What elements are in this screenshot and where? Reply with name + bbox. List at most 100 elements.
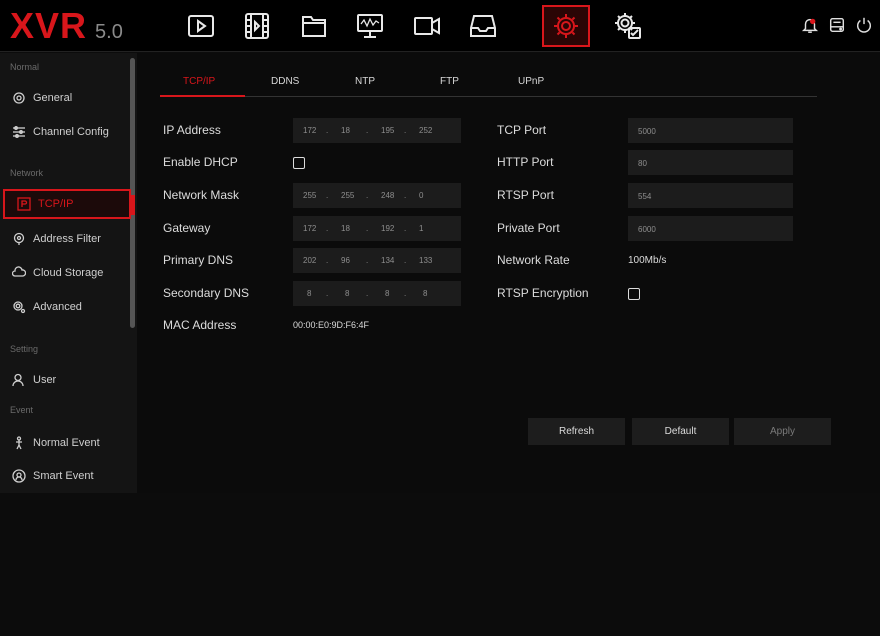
network-rate-label: Network Rate	[497, 253, 570, 267]
app-logo: XVR 5.0	[10, 6, 123, 46]
ip-octet[interactable]: 252	[419, 126, 432, 135]
tab-divider	[160, 96, 817, 97]
dns-octet[interactable]: 133	[419, 256, 432, 265]
rtsp-port-field[interactable]: 554	[628, 183, 793, 208]
tab-upnp[interactable]: UPnP	[518, 76, 544, 87]
network-mask-field[interactable]: 255 . 255 . 248 . 0	[293, 183, 461, 208]
top-menu-bar: XVR 5.0	[0, 0, 880, 52]
gateway-label: Gateway	[163, 221, 211, 235]
ip-dot: .	[326, 224, 329, 233]
tab-tcpip[interactable]: TCP/IP	[183, 76, 215, 87]
ip-octet[interactable]: 195	[381, 126, 394, 135]
alarm-bell-icon[interactable]	[799, 14, 821, 36]
refresh-button[interactable]: Refresh	[528, 418, 625, 445]
sidebar-item-label: Normal Event	[33, 437, 100, 449]
tab-ftp[interactable]: FTP	[440, 76, 459, 87]
sidebar-item-user[interactable]: User	[0, 365, 130, 395]
sidebar-item-normal-event[interactable]: Normal Event	[0, 428, 130, 458]
enable-dhcp-label: Enable DHCP	[163, 155, 238, 169]
network-mask-label: Network Mask	[163, 188, 240, 202]
dns-octet[interactable]: 8	[423, 289, 427, 298]
ip-dot: .	[366, 224, 369, 233]
secondary-dns-label: Secondary DNS	[163, 286, 250, 300]
primary-dns-field[interactable]: 202 . 96 . 134 . 133	[293, 248, 461, 273]
sidebar-item-label: Smart Event	[33, 470, 94, 482]
dns-octet[interactable]: 8	[345, 289, 349, 298]
ip-dot: .	[404, 126, 407, 135]
gateway-octet[interactable]: 172	[303, 224, 316, 233]
sidebar-item-label: Advanced	[33, 301, 82, 313]
power-icon[interactable]	[853, 14, 875, 36]
playback-icon[interactable]	[183, 9, 219, 43]
ip-dot: .	[404, 191, 407, 200]
sidebar-item-label: Cloud Storage	[33, 267, 104, 279]
tcp-port-field[interactable]: 5000	[628, 118, 793, 143]
sidebar-item-label: Channel Config	[33, 126, 109, 138]
dns-octet[interactable]: 134	[381, 256, 394, 265]
sidebar-item-advanced[interactable]: Advanced	[0, 292, 130, 322]
network-rate-value: 100Mb/s	[628, 255, 667, 266]
tcp-port-label: TCP Port	[497, 123, 547, 137]
ip-dot: .	[366, 126, 369, 135]
settings-gear-icon[interactable]	[542, 5, 590, 47]
ip-dot: .	[326, 191, 329, 200]
file-folder-icon[interactable]	[296, 9, 332, 43]
rtsp-port-label: RTSP Port	[497, 188, 554, 202]
enable-dhcp-checkbox[interactable]	[293, 157, 305, 169]
mask-octet[interactable]: 0	[419, 191, 423, 200]
sidebar-item-cloud-storage[interactable]: Cloud Storage	[0, 258, 130, 288]
hdd-icon[interactable]	[826, 14, 848, 36]
sidebar-item-label: TCP/IP	[38, 198, 74, 210]
secondary-dns-field[interactable]: 8 . 8 . 8 . 8	[293, 281, 461, 306]
ip-dot: .	[404, 289, 407, 298]
dns-octet[interactable]: 8	[307, 289, 311, 298]
sidebar-item-channel-config[interactable]: Channel Config	[0, 117, 130, 147]
section-setting: Setting	[10, 344, 39, 354]
sidebar-item-general[interactable]: General	[0, 83, 130, 113]
primary-dns-label: Primary DNS	[163, 253, 234, 267]
video-clip-icon[interactable]	[239, 9, 275, 43]
rtsp-encryption-label: RTSP Encryption	[497, 286, 589, 300]
sidebar-item-address-filter[interactable]: Address Filter	[0, 224, 130, 254]
mask-octet[interactable]: 255	[303, 191, 316, 200]
gateway-octet[interactable]: 18	[341, 224, 350, 233]
http-port-label: HTTP Port	[497, 155, 554, 169]
private-port-label: Private Port	[497, 221, 560, 235]
tab-ntp[interactable]: NTP	[355, 76, 375, 87]
ip-dot: .	[326, 126, 329, 135]
sidebar-item-smart-event[interactable]: Smart Event	[0, 461, 130, 491]
gateway-field[interactable]: 172 . 18 . 192 . 1	[293, 216, 461, 241]
gateway-octet[interactable]: 1	[419, 224, 423, 233]
tab-ddns[interactable]: DDNS	[271, 76, 299, 87]
system-settings-icon[interactable]	[610, 9, 646, 43]
mask-octet[interactable]: 255	[341, 191, 354, 200]
monitor-icon[interactable]	[352, 9, 388, 43]
http-port-field[interactable]: 80	[628, 150, 793, 175]
dns-octet[interactable]: 96	[341, 256, 350, 265]
storage-icon[interactable]	[465, 9, 501, 43]
dns-octet[interactable]: 202	[303, 256, 316, 265]
ip-octet[interactable]: 172	[303, 126, 316, 135]
rtsp-encryption-checkbox[interactable]	[628, 288, 640, 300]
sidebar-item-label: General	[33, 92, 73, 104]
sliders-icon	[11, 124, 27, 140]
private-port-field[interactable]: 6000	[628, 216, 793, 241]
camera-icon[interactable]	[409, 9, 445, 43]
mac-address-label: MAC Address	[163, 318, 237, 332]
ip-octet[interactable]: 18	[341, 126, 350, 135]
mask-octet[interactable]: 248	[381, 191, 394, 200]
advanced-gear-icon	[11, 299, 27, 315]
apply-button[interactable]: Apply	[734, 418, 831, 445]
tab-active-underline	[160, 95, 245, 97]
ip-dot: .	[366, 191, 369, 200]
section-normal: Normal	[10, 62, 40, 72]
dns-octet[interactable]: 8	[385, 289, 389, 298]
section-event: Event	[10, 405, 34, 415]
ip-address-field[interactable]: 172 . 18 . 195 . 252	[293, 118, 461, 143]
sidebar-item-tcpip[interactable]: TCP/IP	[3, 189, 135, 219]
section-network: Network	[10, 168, 44, 178]
default-button[interactable]: Default	[632, 418, 729, 445]
gateway-octet[interactable]: 192	[381, 224, 394, 233]
ip-dot: .	[326, 256, 329, 265]
gear-icon	[11, 90, 27, 106]
